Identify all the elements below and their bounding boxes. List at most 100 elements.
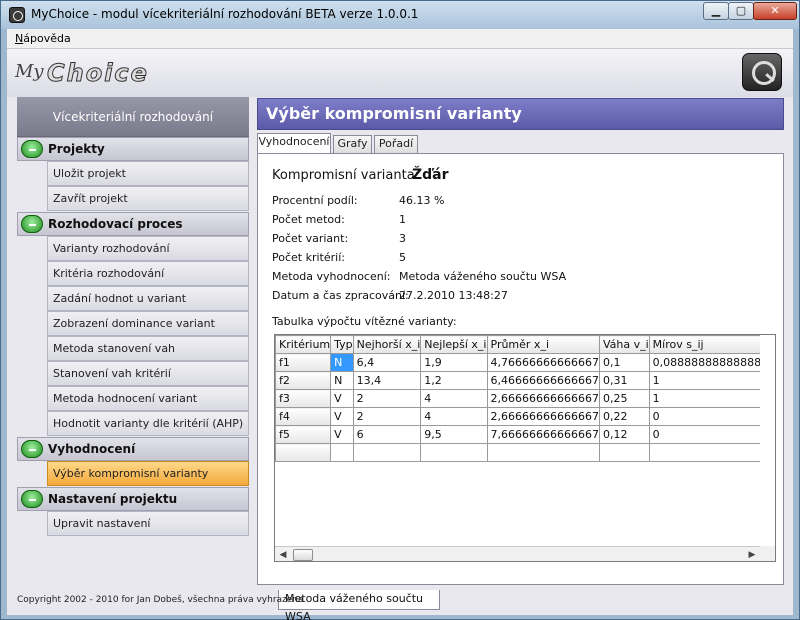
table-cell[interactable] xyxy=(486,443,600,462)
column-header[interactable]: Průměr x_i xyxy=(486,335,600,354)
detail-label: Počet kritérií: xyxy=(272,251,345,264)
results-grid[interactable]: Kritérium Typ Nejhorší x_i Nejlepší x_i … xyxy=(274,334,776,562)
section-rozhodovaci-proces[interactable]: Rozhodovací proces xyxy=(17,212,249,236)
table-cell[interactable]: 1 xyxy=(648,389,760,408)
column-header[interactable]: Nejhorší x_i xyxy=(352,335,422,354)
column-header[interactable]: Mírov s_ij xyxy=(648,335,760,354)
section-label: Projekty xyxy=(48,142,105,156)
table-row[interactable]: f4V242,666666666666670,2201 xyxy=(275,407,760,426)
table-cell[interactable]: 0,25 xyxy=(598,389,650,408)
tab-grafy[interactable]: Grafy xyxy=(333,135,372,153)
table-cell[interactable]: N xyxy=(330,353,354,372)
sidebar-item-close-project[interactable]: Zavřít projekt xyxy=(47,186,249,211)
table-row[interactable]: f5V69,57,666666666666670,1200,4 xyxy=(275,425,760,444)
table-cell[interactable]: V xyxy=(330,425,354,444)
table-cell[interactable]: f4 xyxy=(275,407,332,426)
table-cell[interactable]: 0 xyxy=(648,425,760,444)
table-cell[interactable] xyxy=(420,443,488,462)
collapse-toggle-icon[interactable] xyxy=(21,215,43,233)
table-cell[interactable]: 1,2 xyxy=(420,371,488,390)
table-cell[interactable]: 2,66666666666667 xyxy=(486,389,600,408)
table-cell[interactable] xyxy=(330,443,354,462)
sidebar-header: Vícekriteriální rozhodování xyxy=(17,97,249,137)
column-header[interactable]: Váha v_i xyxy=(598,335,650,354)
tab-vyhodnoceni[interactable]: Vyhodnocení xyxy=(257,133,331,154)
tab-poradi[interactable]: Pořadí xyxy=(374,135,418,153)
column-header[interactable]: Nejlepší x_i xyxy=(420,335,488,354)
sidebar-item-criteria[interactable]: Kritéria rozhodování xyxy=(47,261,249,286)
table-cell[interactable]: 4 xyxy=(420,389,488,408)
table-cell[interactable]: 2 xyxy=(352,389,422,408)
table-cell[interactable]: f5 xyxy=(275,425,332,444)
menu-help[interactable]: Nápověda xyxy=(15,32,71,45)
close-button[interactable]: ✕ xyxy=(753,2,797,20)
table-cell[interactable]: f1 xyxy=(275,353,332,372)
sidebar-item-weights[interactable]: Stanovení vah kritérií xyxy=(47,361,249,386)
section-vyhodnoceni[interactable]: Vyhodnocení xyxy=(17,437,249,461)
collapse-toggle-icon[interactable] xyxy=(21,140,43,158)
table-row[interactable]: f2N13,41,26,466666666666670,3110,3 xyxy=(275,371,760,390)
compromise-label: Kompromisní varianta: xyxy=(272,168,420,183)
table-cell[interactable]: 0,31 xyxy=(598,371,650,390)
collapse-toggle-icon[interactable] xyxy=(21,440,43,458)
sidebar-item-variants[interactable]: Varianty rozhodování xyxy=(47,236,249,261)
table-row[interactable]: f3V242,666666666666670,2510 xyxy=(275,389,760,408)
table-cell[interactable]: N xyxy=(330,371,354,390)
table-cell[interactable]: 1,9 xyxy=(420,353,488,372)
table-cell[interactable]: 6 xyxy=(352,425,422,444)
table-cell[interactable]: 2 xyxy=(352,407,422,426)
sidebar-item-weight-method[interactable]: Metoda stanovení vah xyxy=(47,336,249,361)
table-cell[interactable]: 0,22 xyxy=(598,407,650,426)
table-cell[interactable]: 4,76666666666667 xyxy=(486,353,600,372)
detail-value: Metoda váženého součtu WSA xyxy=(399,270,567,283)
table-cell[interactable]: 6,4 xyxy=(352,353,422,372)
table-cell[interactable]: 2,66666666666667 xyxy=(486,407,600,426)
sidebar-item-ahp[interactable]: Hodnotit varianty dle kritérií (AHP) xyxy=(47,411,249,436)
sidebar-item-enter-values[interactable]: Zadání hodnot u variant xyxy=(47,286,249,311)
maximize-button[interactable]: ▢ xyxy=(728,2,754,20)
sidebar: Vícekriteriální rozhodování Projekty Ulo… xyxy=(17,97,249,567)
table-cell[interactable]: 7,66666666666667 xyxy=(486,425,600,444)
table-cell[interactable] xyxy=(352,443,422,462)
section-projekty[interactable]: Projekty xyxy=(17,137,249,161)
table-row[interactable]: f1 N 6,4 1,9 4,76666666666667 0,1 0,0888888888… xyxy=(275,353,760,372)
sidebar-item-dominance[interactable]: Zobrazení dominance variant xyxy=(47,311,249,336)
table-cell[interactable]: 13,4 xyxy=(352,371,422,390)
logo-choice-text: Choice xyxy=(47,59,149,88)
table-cell[interactable]: 0 xyxy=(648,407,760,426)
scroll-left-icon[interactable]: ◀ xyxy=(275,547,291,561)
minimize-button[interactable]: ▁ xyxy=(703,2,729,20)
scroll-thumb[interactable] xyxy=(293,549,313,561)
collapse-toggle-icon[interactable] xyxy=(21,490,43,508)
column-header[interactable]: Typ xyxy=(330,335,354,354)
sidebar-item-edit-settings[interactable]: Upravit nastavení xyxy=(47,511,249,536)
table-cell[interactable]: f2 xyxy=(275,371,332,390)
table-cell[interactable]: 0,0888888888888889 xyxy=(648,353,760,372)
table-cell[interactable]: 9,5 xyxy=(420,425,488,444)
table-cell[interactable]: 0,12 xyxy=(598,425,650,444)
table-cell[interactable]: V xyxy=(330,407,354,426)
sidebar-item-save-project[interactable]: Uložit projekt xyxy=(47,161,249,186)
table-cell[interactable]: 1 xyxy=(648,371,760,390)
table-cell[interactable] xyxy=(598,443,650,462)
sidebar-item-evaluation-method[interactable]: Metoda hodnocení variant xyxy=(47,386,249,411)
section-label: Rozhodovací proces xyxy=(48,217,183,231)
detail-label: Datum a čas zpracování: xyxy=(272,289,409,302)
horizontal-scrollbar[interactable]: ◀ ▶ xyxy=(275,546,760,561)
window-titlebar[interactable]: MyChoice - modul vícekriteriální rozhodo… xyxy=(1,1,799,29)
table-cell[interactable]: f3 xyxy=(275,389,332,408)
table-cell[interactable]: V xyxy=(330,389,354,408)
table-row[interactable] xyxy=(275,443,760,462)
sidebar-item-compromise-variant[interactable]: Výběr kompromisní varianty xyxy=(47,461,249,486)
table-cell[interactable]: 0,1 xyxy=(598,353,650,372)
scroll-right-icon[interactable]: ▶ xyxy=(744,547,760,561)
detail-value: 27.2.2010 13:48:27 xyxy=(399,289,508,302)
table-cell[interactable]: 4 xyxy=(420,407,488,426)
section-nastaveni-projektu[interactable]: Nastavení projektu xyxy=(17,487,249,511)
table-cell[interactable] xyxy=(648,443,760,462)
column-header[interactable]: Kritérium xyxy=(275,335,332,354)
detail-label: Počet variant: xyxy=(272,232,349,245)
table-cell[interactable] xyxy=(275,443,332,462)
table-cell[interactable]: 6,46666666666667 xyxy=(486,371,600,390)
detail-value: 1 xyxy=(399,213,406,226)
